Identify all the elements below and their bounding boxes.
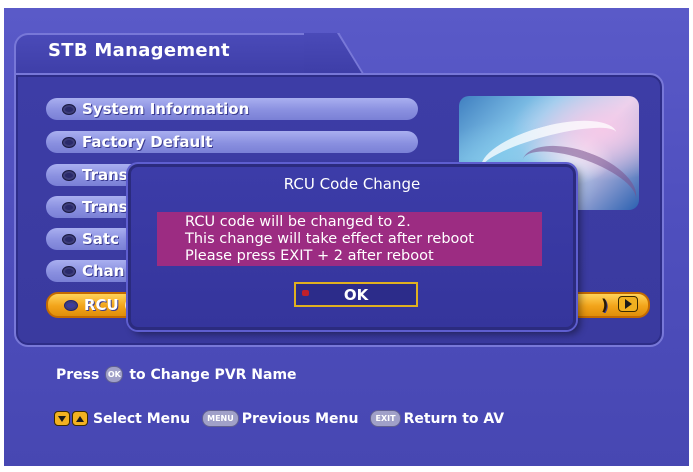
dialog-message: RCU code will be changed to 2. This chan… [157,212,542,266]
ok-button-label: OK [343,285,369,304]
help-line-pvr: Press OK to Change PVR Name [56,366,297,383]
bullet-icon [62,201,76,213]
ok-key-icon: OK [105,366,124,383]
menu-item-label: System Information [82,100,250,118]
menu-item-system-information[interactable]: System Information [46,98,418,120]
menu-item-label: Trans [82,198,128,216]
bullet-icon [62,103,76,115]
menu-key-icon: MENU [202,410,239,427]
menu-item-label: RCU ( [84,296,131,314]
bullet-icon [62,169,76,181]
menu-item-label: Trans [82,166,128,184]
bullet-icon [64,299,78,311]
down-arrow-key-icon [54,411,70,426]
rcu-code-change-dialog: RCU Code Change RCU code will be changed… [128,164,576,330]
bullet-icon [62,233,76,245]
help-select-label: Select Menu [93,410,191,427]
menu-item-label: Factory Default [82,133,213,151]
menu-item-factory-default[interactable]: Factory Default [46,131,418,153]
dialog-title: RCU Code Change [283,175,421,193]
right-arrow-icon[interactable] [618,296,638,312]
help-change-label: to Change PVR Name [129,366,297,383]
dialog-message-line: RCU code will be changed to 2. [185,214,411,230]
bullet-icon [62,265,76,277]
ok-button[interactable]: OK [294,282,418,307]
help-line-navigation: Select Menu MENU Previous Menu EXIT Retu… [54,410,504,427]
help-press-label: Press [56,366,100,383]
menu-item-label: Chan [82,262,125,280]
focus-dot-icon [302,290,309,296]
dialog-message-line: This change will take effect after reboo… [185,231,474,247]
help-previous-label: Previous Menu [241,410,359,427]
menu-item-label: Satc [82,230,119,248]
bullet-icon [62,136,76,148]
exit-key-icon: EXIT [370,410,401,427]
page-title: STB Management [48,40,230,61]
up-arrow-key-icon [72,411,88,426]
menu-item-suffix: ) [601,296,608,314]
help-return-label: Return to AV [403,410,505,427]
dialog-message-line: Please press EXIT + 2 after reboot [185,248,434,264]
